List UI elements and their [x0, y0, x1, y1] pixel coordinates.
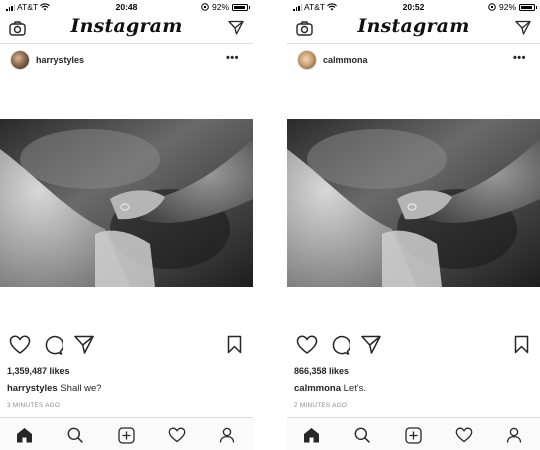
- orientation-lock-icon: [201, 3, 209, 11]
- add-post-icon[interactable]: [118, 427, 135, 444]
- share-icon[interactable]: [361, 335, 381, 354]
- battery-percent: 92%: [211, 2, 229, 12]
- top-nav-bar: Instagram: [0, 14, 253, 44]
- battery-indicator: 92%: [201, 2, 250, 12]
- heart-icon[interactable]: [9, 335, 31, 355]
- share-icon[interactable]: [74, 335, 94, 354]
- post-header: calmmona •••: [287, 46, 540, 76]
- profile-icon[interactable]: [219, 427, 235, 443]
- caption-username[interactable]: harrystyles: [7, 383, 58, 394]
- battery-icon: [232, 3, 250, 11]
- post-username[interactable]: calmmona: [323, 55, 368, 65]
- add-post-icon[interactable]: [405, 427, 422, 444]
- more-options-icon[interactable]: •••: [226, 52, 239, 64]
- bookmark-icon[interactable]: [514, 335, 529, 354]
- top-nav-bar: Instagram: [287, 14, 540, 44]
- home-icon[interactable]: [16, 427, 33, 443]
- caption-username[interactable]: calmmona: [294, 383, 341, 394]
- search-icon[interactable]: [67, 427, 83, 443]
- more-options-icon[interactable]: •••: [513, 52, 526, 64]
- post-actions: [0, 335, 253, 359]
- activity-heart-icon[interactable]: [455, 427, 473, 443]
- phone-screen-left: AT&T 20:48 92% Instagram harrystyles •••: [0, 0, 253, 450]
- battery-icon: [519, 3, 537, 11]
- direct-send-icon[interactable]: [228, 20, 244, 35]
- bottom-tab-bar: [0, 417, 253, 450]
- battery-percent: 92%: [498, 2, 516, 12]
- search-icon[interactable]: [354, 427, 370, 443]
- caption-text: Let's.: [341, 383, 367, 394]
- activity-heart-icon[interactable]: [168, 427, 186, 443]
- comment-icon[interactable]: [42, 335, 63, 355]
- instagram-logo: Instagram: [70, 15, 183, 37]
- heart-icon[interactable]: [296, 335, 318, 355]
- post-header: harrystyles •••: [0, 46, 253, 76]
- bookmark-icon[interactable]: [227, 335, 242, 354]
- post-username[interactable]: harrystyles: [36, 55, 84, 65]
- status-bar: AT&T 20:52 92%: [287, 0, 540, 14]
- post-photo[interactable]: [287, 119, 540, 287]
- bottom-tab-bar: [287, 417, 540, 450]
- profile-icon[interactable]: [506, 427, 522, 443]
- orientation-lock-icon: [488, 3, 496, 11]
- caption: harrystyles Shall we?: [7, 383, 102, 394]
- home-icon[interactable]: [303, 427, 320, 443]
- post-timestamp: 3 MINUTES AGO: [7, 402, 61, 409]
- phone-screen-right: AT&T 20:52 92% Instagram calmmona ••• 86…: [287, 0, 540, 450]
- post-photo[interactable]: [0, 119, 253, 287]
- caption-text: Shall we?: [57, 383, 102, 394]
- likes-count[interactable]: 1,359,487 likes: [7, 366, 70, 376]
- instagram-logo: Instagram: [357, 15, 470, 37]
- post-timestamp: 2 MINUTES AGO: [294, 402, 348, 409]
- battery-indicator: 92%: [488, 2, 537, 12]
- likes-count[interactable]: 866,358 likes: [294, 366, 349, 376]
- status-bar: AT&T 20:48 92%: [0, 0, 253, 14]
- caption: calmmona Let's.: [294, 383, 366, 394]
- avatar[interactable]: [297, 50, 317, 70]
- avatar[interactable]: [10, 50, 30, 70]
- comment-icon[interactable]: [329, 335, 350, 355]
- post-actions: [287, 335, 540, 359]
- direct-send-icon[interactable]: [515, 20, 531, 35]
